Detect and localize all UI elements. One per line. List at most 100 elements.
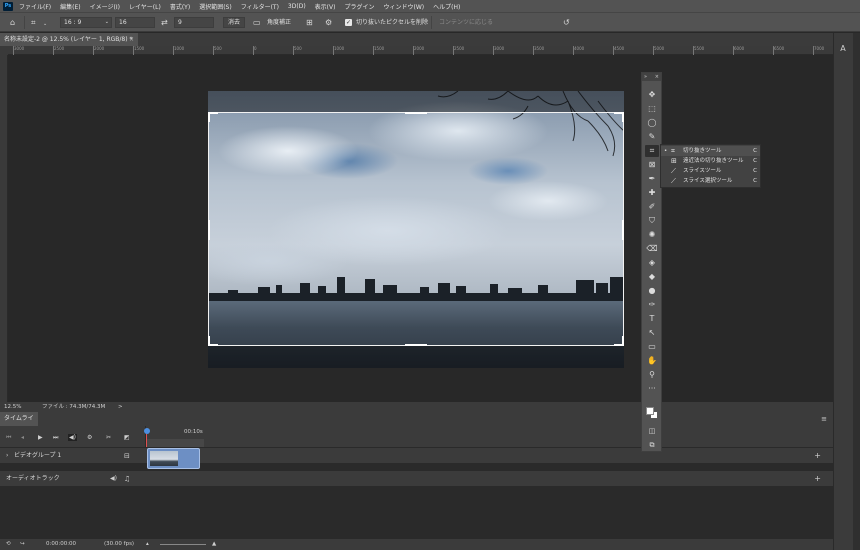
- clear-button[interactable]: 消去: [223, 17, 246, 28]
- render-icon[interactable]: ↪: [20, 539, 25, 550]
- music-note-icon[interactable]: ♫: [124, 471, 130, 487]
- straighten-icon[interactable]: ▭: [253, 18, 261, 27]
- collapse-icon[interactable]: »: [644, 73, 647, 81]
- flyout-item-slice-select-tool[interactable]: ⟋ スライス選択ツール C: [661, 176, 760, 186]
- ratio-height-input[interactable]: 9: [174, 17, 214, 28]
- convert-icon[interactable]: ⟲: [6, 539, 11, 550]
- add-media-button[interactable]: +: [814, 448, 821, 464]
- tools-panel-header[interactable]: » ×: [642, 73, 661, 81]
- more-tools-icon[interactable]: ···: [645, 383, 659, 395]
- crop-handle-bottom-right[interactable]: [622, 336, 624, 346]
- move-tool-icon[interactable]: ✥: [645, 89, 659, 101]
- crop-handle-bottom[interactable]: [405, 344, 427, 346]
- flyout-item-crop-tool[interactable]: • ⌗ 切り抜きツール C: [661, 146, 760, 156]
- chevron-right-icon[interactable]: ›: [6, 448, 8, 464]
- split-scissors-icon[interactable]: ✂: [106, 434, 111, 441]
- tab-timeline[interactable]: タイムライン: [0, 412, 38, 436]
- clone-stamp-tool-icon[interactable]: ⛉: [645, 215, 659, 227]
- frame-tool-icon[interactable]: ⊠: [645, 159, 659, 171]
- character-panel-icon[interactable]: A: [838, 44, 848, 54]
- menu-plugins[interactable]: プラグイン: [344, 2, 374, 11]
- audio-track-label[interactable]: オーディオトラック: [6, 471, 60, 487]
- swap-icon[interactable]: ⇄: [161, 18, 168, 27]
- path-selection-tool-icon[interactable]: ↖: [645, 327, 659, 339]
- brush-tool-icon[interactable]: ✐: [645, 201, 659, 213]
- panel-menu-icon[interactable]: ≡: [821, 415, 827, 423]
- crop-handle-right[interactable]: [622, 220, 624, 240]
- menu-filter[interactable]: フィルター(T): [241, 2, 279, 11]
- zoom-level[interactable]: 12.5%: [4, 402, 21, 412]
- next-frame-icon[interactable]: ⏭: [53, 434, 58, 442]
- paint-bucket-tool-icon[interactable]: ◈: [645, 257, 659, 269]
- film-icon[interactable]: ⊟: [124, 448, 130, 464]
- flyout-item-perspective-crop-tool[interactable]: ⊞ 遠近法の切り抜きツール C: [661, 156, 760, 166]
- menu-select[interactable]: 選択範囲(S): [199, 2, 232, 11]
- history-brush-tool-icon[interactable]: ✺: [645, 229, 659, 241]
- menu-view[interactable]: 表示(V): [315, 2, 336, 11]
- previous-frame-icon[interactable]: ◂: [21, 434, 24, 441]
- menu-window[interactable]: ウィンドウ(W): [383, 2, 424, 11]
- video-group-label[interactable]: ビデオグループ 1: [14, 448, 61, 464]
- transition-icon[interactable]: ◩: [124, 434, 130, 441]
- type-tool-icon[interactable]: T: [645, 313, 659, 325]
- gear-icon[interactable]: ⚙: [325, 18, 332, 27]
- menu-3d[interactable]: 3D(D): [288, 3, 306, 10]
- dodge-tool-icon[interactable]: ●: [645, 285, 659, 297]
- screen-mode-icon[interactable]: ⧉: [645, 439, 659, 451]
- timeline-zoom-slider[interactable]: [160, 544, 206, 545]
- straighten-button[interactable]: 角度補正: [267, 17, 291, 28]
- audio-icon[interactable]: ◀): [68, 434, 77, 441]
- object-selection-tool-icon[interactable]: ✎: [645, 131, 659, 143]
- healing-brush-tool-icon[interactable]: ✚: [645, 187, 659, 199]
- menu-edit[interactable]: 編集(E): [60, 2, 80, 11]
- menu-help[interactable]: ヘルプ(H): [433, 2, 460, 11]
- gear-icon[interactable]: ⚙: [87, 434, 92, 441]
- pen-tool-icon[interactable]: ✑: [645, 299, 659, 311]
- close-icon[interactable]: ×: [655, 73, 659, 81]
- speaker-icon[interactable]: ◀): [110, 471, 117, 487]
- crop-handle-top-right[interactable]: [622, 112, 624, 122]
- zoom-tool-icon[interactable]: ⚲: [645, 369, 659, 381]
- document-tab[interactable]: 名称未設定-2 @ 12.5% (レイヤー 1, RGB/8) * ×: [0, 33, 138, 46]
- video-clip[interactable]: [147, 448, 200, 469]
- ratio-select[interactable]: 16 : 9 ⌄: [60, 17, 112, 28]
- reset-icon[interactable]: ↺: [563, 18, 570, 27]
- rectangle-tool-icon[interactable]: ▭: [645, 341, 659, 353]
- playhead[interactable]: [144, 428, 150, 434]
- close-icon[interactable]: ×: [129, 33, 134, 46]
- zoom-out-icon[interactable]: ▴: [146, 539, 149, 550]
- eyedropper-tool-icon[interactable]: ✒: [645, 173, 659, 185]
- crop-box[interactable]: [208, 112, 624, 346]
- quick-mask-icon[interactable]: ◫: [645, 425, 659, 437]
- first-frame-icon[interactable]: ⏮: [6, 434, 11, 442]
- crop-handle-top[interactable]: [405, 112, 427, 114]
- zoom-in-icon[interactable]: ▲: [212, 539, 216, 550]
- eraser-tool-icon[interactable]: ⌫: [645, 243, 659, 255]
- menu-type[interactable]: 書式(Y): [170, 2, 190, 11]
- status-expand-button[interactable]: >: [118, 402, 123, 412]
- foreground-color-swatch[interactable]: [646, 407, 654, 415]
- tools-panel: » × ✥ ⬚ ◯ ✎ ⌗ ⊠ ✒ ✚ ✐ ⛉ ✺ ⌫ ◈ ◆ ● ✑ T ↖ …: [641, 72, 662, 452]
- add-audio-button[interactable]: +: [814, 471, 821, 487]
- shortcut-key: C: [753, 178, 757, 184]
- menu-image[interactable]: イメージ(I): [90, 2, 120, 11]
- lasso-tool-icon[interactable]: ◯: [645, 117, 659, 129]
- crop-tool-icon[interactable]: ⌗: [645, 145, 659, 157]
- home-icon[interactable]: ⌂: [10, 18, 15, 27]
- crop-handle-top-left[interactable]: [208, 112, 210, 122]
- crop-tool-preset-icon[interactable]: ⌗: [31, 18, 36, 27]
- ratio-width-input[interactable]: 16: [115, 17, 155, 28]
- marquee-tool-icon[interactable]: ⬚: [645, 103, 659, 115]
- menu-layer[interactable]: レイヤー(L): [129, 2, 161, 11]
- chevron-down-icon[interactable]: ⌄: [43, 20, 47, 29]
- crop-handle-left[interactable]: [208, 220, 210, 240]
- content-aware-checkbox-label[interactable]: コンテンツに応じる: [439, 17, 493, 28]
- delete-cropped-checkbox[interactable]: ✓: [345, 19, 352, 26]
- play-icon[interactable]: ▶: [38, 434, 43, 441]
- flyout-item-slice-tool[interactable]: ⟋ スライスツール C: [661, 166, 760, 176]
- blur-tool-icon[interactable]: ◆: [645, 271, 659, 283]
- crop-handle-bottom-left[interactable]: [208, 336, 210, 346]
- hand-tool-icon[interactable]: ✋: [645, 355, 659, 367]
- grid-overlay-icon[interactable]: ⊞: [306, 18, 313, 27]
- menu-file[interactable]: ファイル(F): [19, 2, 51, 11]
